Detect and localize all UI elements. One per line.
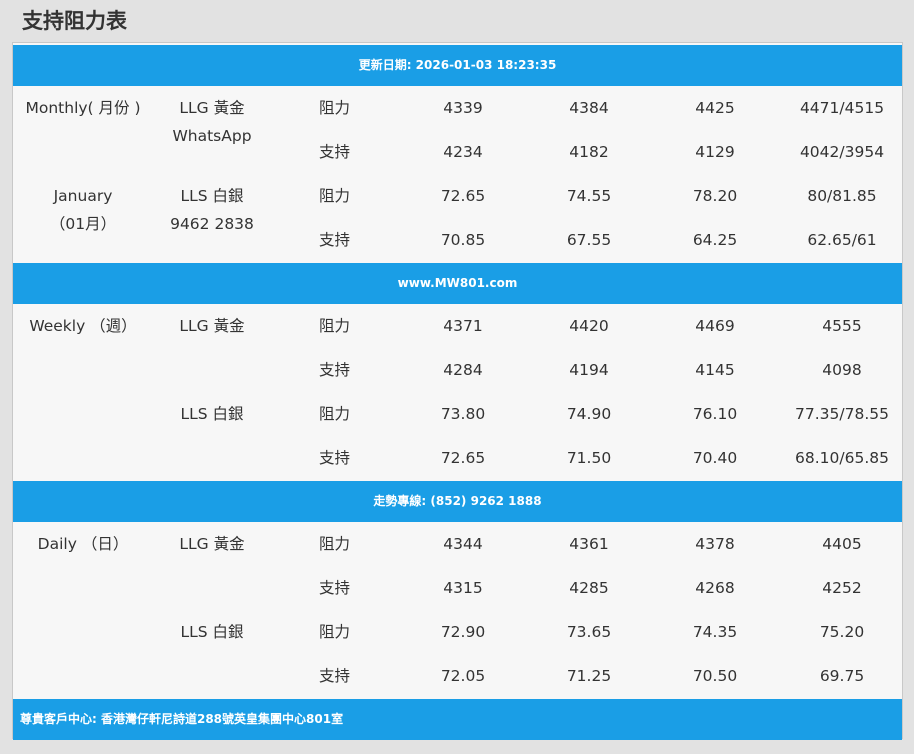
row-type-support: 支持: [319, 143, 351, 161]
metal-label-gold: LLG 黃金: [179, 317, 245, 335]
hotline-bar: 走勢專線: (852) 9262 1888: [13, 481, 902, 522]
metal-label-gold: LLG 黃金: [179, 99, 245, 117]
value-cell: 4339: [443, 99, 483, 117]
value-cell: 4384: [569, 99, 609, 117]
row-type-support: 支持: [319, 449, 351, 467]
value-cell: 80/81.85: [807, 187, 877, 205]
value-cell: 72.65: [440, 449, 486, 467]
row-type-resistance: 阻力: [319, 535, 351, 553]
page-title: 支持阻力表: [22, 9, 127, 33]
value-cell: 68.10/65.85: [795, 449, 889, 467]
period-label: Weekly （週）: [29, 317, 137, 335]
value-cell: 4252: [822, 579, 862, 597]
value-cell: 73.80: [440, 405, 486, 423]
value-cell: 4420: [569, 317, 609, 335]
value-cell: 78.20: [692, 187, 738, 205]
value-cell: 4425: [695, 99, 735, 117]
metal-label-silver: LLS 白銀: [180, 405, 244, 423]
phone-number: 9462 2838: [170, 215, 254, 233]
whatsapp-label: WhatsApp: [172, 127, 252, 145]
update-date-bar: 更新日期: 2026-01-03 18:23:35: [13, 45, 902, 86]
value-cell: 73.65: [566, 623, 612, 641]
value-cell: 71.25: [566, 667, 612, 685]
value-cell: 69.75: [819, 667, 865, 685]
value-cell: 4469: [695, 317, 735, 335]
value-cell: 62.65/61: [807, 231, 877, 249]
value-cell: 4378: [695, 535, 735, 553]
value-cell: 4145: [695, 361, 735, 379]
value-cell: 4042/3954: [799, 143, 885, 161]
metal-label-silver: LLS 白銀: [180, 623, 244, 641]
row-type-support: 支持: [319, 667, 351, 685]
address-bar: 尊貴客戶中心: 香港灣仔軒尼詩道288號英皇集團中心801室: [13, 699, 902, 740]
value-cell: 74.90: [566, 405, 612, 423]
support-resistance-table: 更新日期: 2026-01-03 18:23:35 Monthly( 月份 ) …: [12, 42, 903, 740]
value-cell: 64.25: [692, 231, 738, 249]
value-cell: 72.65: [440, 187, 486, 205]
value-cell: 72.90: [440, 623, 486, 641]
row-type-resistance: 阻力: [319, 405, 351, 423]
value-cell: 4098: [822, 361, 862, 379]
value-cell: 4371: [443, 317, 483, 335]
value-cell: 70.85: [440, 231, 486, 249]
value-cell: 77.35/78.55: [795, 405, 889, 423]
metal-label-silver: LLS 白銀: [180, 187, 244, 205]
period-label: Monthly( 月份 ): [25, 99, 141, 117]
month-name: January: [53, 187, 113, 205]
row-type-resistance: 阻力: [319, 99, 351, 117]
value-cell: 72.05: [440, 667, 486, 685]
value-cell: 67.55: [566, 231, 612, 249]
row-type-resistance: 阻力: [319, 623, 351, 641]
value-cell: 4405: [822, 535, 862, 553]
month-number: （01月）: [49, 215, 117, 233]
value-cell: 4284: [443, 361, 483, 379]
website-bar: www.MW801.com: [13, 263, 902, 304]
value-cell: 76.10: [692, 405, 738, 423]
value-cell: 74.55: [566, 187, 612, 205]
value-cell: 4361: [569, 535, 609, 553]
value-cell: 4555: [822, 317, 862, 335]
row-type-resistance: 阻力: [319, 187, 351, 205]
metal-label-gold: LLG 黃金: [179, 535, 245, 553]
value-cell: 70.40: [692, 449, 738, 467]
row-type-support: 支持: [319, 231, 351, 249]
row-type-support: 支持: [319, 361, 351, 379]
value-cell: 75.20: [819, 623, 865, 641]
period-label: Daily （日）: [37, 535, 129, 553]
value-cell: 74.35: [692, 623, 738, 641]
row-type-resistance: 阻力: [319, 317, 351, 335]
value-cell: 71.50: [566, 449, 612, 467]
value-cell: 70.50: [692, 667, 738, 685]
value-cell: 4315: [443, 579, 483, 597]
value-cell: 4182: [569, 143, 609, 161]
value-cell: 4471/4515: [799, 99, 885, 117]
value-cell: 4234: [443, 143, 483, 161]
value-cell: 4194: [569, 361, 609, 379]
value-cell: 4129: [695, 143, 735, 161]
row-type-support: 支持: [319, 579, 351, 597]
value-cell: 4285: [569, 579, 609, 597]
value-cell: 4344: [443, 535, 483, 553]
value-cell: 4268: [695, 579, 735, 597]
